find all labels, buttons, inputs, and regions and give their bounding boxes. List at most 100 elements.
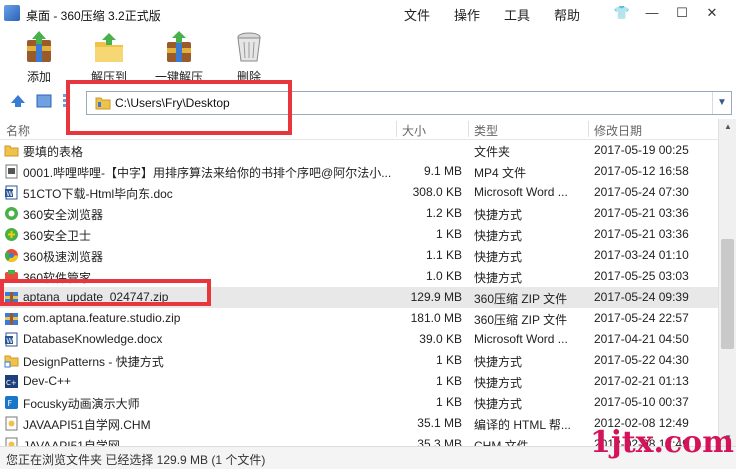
file-name: 51CTO下载-Html毕向东.doc	[23, 187, 173, 201]
skin-icon[interactable]: 👕	[611, 4, 633, 22]
one-click-extract-label: 一键解压	[154, 70, 203, 84]
file-row[interactable]: 360极速浏览器 1.1 KB 快捷方式 2017-03-24 01:10	[0, 245, 718, 266]
file-name: Focusky动画演示大师	[23, 397, 140, 411]
file-row[interactable]: 0001.哔哩哔哩-【中字】用排序算法来给你的书排个序吧@阿尔法小... 9.1 …	[0, 161, 718, 182]
zip-archive-icon	[4, 311, 19, 326]
file-row[interactable]: W DatabaseKnowledge.docx 39.0 KB Microsoft …	[0, 329, 718, 350]
file-type: 编译的 HTML 帮...	[474, 418, 571, 432]
file-row[interactable]: DesignPatterns - 快捷方式 1 KB 快捷方式 2017-05-22 …	[0, 350, 718, 371]
svg-text:C+: C+	[6, 379, 17, 387]
vertical-scrollbar[interactable]: ▲ ▼	[718, 119, 736, 446]
file-row[interactable]: aptana_update_024747.zip 129.9 MB 360压缩 ZI…	[0, 287, 718, 308]
file-size: 181.0 MB	[410, 311, 462, 325]
file-type: 快捷方式	[474, 271, 523, 285]
column-type[interactable]: 类型	[474, 122, 498, 139]
window-title: 桌面 - 360压缩 3.2正式版	[26, 9, 161, 23]
list-view-icon[interactable]	[62, 93, 70, 112]
address-bar[interactable]: C:\Users\Fry\Desktop ▼	[86, 91, 732, 115]
file-date: 2017-04-21 04:50	[594, 332, 689, 346]
file-row[interactable]: 360安全浏览器 1.2 KB 快捷方式 2017-05-21 03:36	[0, 203, 718, 224]
file-row[interactable]: 要填的表格 文件夹 2017-05-19 00:25	[0, 140, 718, 161]
scroll-thumb[interactable]	[721, 239, 734, 349]
svg-text:W: W	[6, 190, 13, 198]
title-bar: 桌面 - 360压缩 3.2正式版 文件 操作 工具 帮助 👕 — ☐ ✕	[0, 0, 736, 28]
file-date: 2017-05-22 04:30	[594, 353, 689, 367]
file-name: 360软件管家	[23, 271, 92, 285]
menu-tools[interactable]: 工具	[504, 5, 530, 24]
browser-360-icon	[4, 206, 19, 221]
svg-text:F: F	[8, 399, 13, 408]
file-size: 129.9 MB	[410, 290, 462, 304]
file-name: JAVAAPI51自学网...	[23, 439, 130, 446]
add-label: 添加	[26, 70, 51, 84]
file-type: 360压缩 ZIP 文件	[474, 292, 568, 306]
view-mode-icon[interactable]	[36, 94, 52, 111]
file-row[interactable]: W 51CTO下载-Html毕向东.doc 308.0 KB Microsoft Wo…	[0, 182, 718, 203]
file-date: 2017-05-25 03:03	[594, 269, 689, 283]
file-name: Dev-C++	[23, 374, 72, 388]
file-name: DesignPatterns - 快捷方式	[23, 355, 164, 369]
file-date: 2017-05-21 03:36	[594, 206, 689, 220]
file-date: 2017-05-24 22:57	[594, 311, 689, 325]
up-arrow-icon[interactable]	[10, 94, 26, 111]
menu-file[interactable]: 文件	[404, 5, 430, 24]
extract-to-button[interactable]: 解压到	[74, 30, 144, 86]
menu-operation[interactable]: 操作	[454, 5, 480, 24]
file-date: 2017-05-19 00:25	[594, 143, 689, 157]
column-date[interactable]: 修改日期	[594, 122, 642, 139]
file-size: 1 KB	[435, 353, 462, 367]
file-date: 2017-02-21 01:13	[594, 374, 689, 388]
file-row[interactable]: com.aptana.feature.studio.zip 181.0 MB 360…	[0, 308, 718, 329]
extract-to-label: 解压到	[90, 70, 127, 84]
zip-archive-icon	[4, 290, 19, 305]
file-name: 0001.哔哩哔哩-【中字】用排序算法来给你的书排个序吧@阿尔法小...	[23, 166, 392, 180]
file-size: 1.1 KB	[425, 248, 462, 262]
file-name: 360安全浏览器	[23, 208, 104, 222]
delete-button[interactable]: 删除	[214, 30, 284, 86]
file-date: 2017-05-24 07:30	[594, 185, 689, 199]
chm-file-icon	[4, 437, 19, 446]
software-manager-icon	[4, 269, 19, 284]
file-date: 2017-05-12 16:58	[594, 164, 689, 178]
toolbar: 添加 解压到 一键解压 删除	[0, 28, 736, 88]
menu-help[interactable]: 帮助	[554, 5, 580, 24]
file-size: 39.0 KB	[419, 332, 462, 346]
file-type: 360压缩 ZIP 文件	[474, 313, 568, 327]
file-type: 快捷方式	[474, 397, 523, 411]
one-click-extract-button[interactable]: 一键解压	[144, 30, 214, 86]
column-divider[interactable]	[468, 121, 469, 137]
close-button[interactable]: ✕	[701, 4, 723, 22]
file-row[interactable]: F Focusky动画演示大师 1 KB 快捷方式 2017-05-10 00:37	[0, 392, 718, 413]
file-name: 要填的表格	[23, 145, 84, 159]
file-name: aptana_update_024747.zip	[23, 290, 169, 304]
column-size[interactable]: 大小	[402, 122, 426, 139]
address-dropdown-icon[interactable]: ▼	[712, 92, 731, 114]
file-size: 1.2 KB	[425, 206, 462, 220]
app-icon	[4, 5, 20, 21]
file-row[interactable]: 360安全卫士 1 KB 快捷方式 2017-05-21 03:36	[0, 224, 718, 245]
file-size: 9.1 MB	[423, 164, 462, 178]
folder-icon	[4, 143, 19, 158]
video-file-icon	[4, 164, 19, 179]
maximize-button[interactable]: ☐	[671, 4, 693, 22]
minimize-button[interactable]: —	[641, 4, 663, 22]
file-type: 快捷方式	[474, 208, 523, 222]
file-size: 1 KB	[435, 395, 462, 409]
add-button[interactable]: 添加	[4, 30, 74, 86]
file-size: 1 KB	[435, 227, 462, 241]
column-divider[interactable]	[396, 121, 397, 137]
scroll-up-icon[interactable]: ▲	[719, 119, 736, 135]
file-row[interactable]: 360软件管家 1.0 KB 快捷方式 2017-05-25 03:03	[0, 266, 718, 287]
file-date: 2017-05-10 00:37	[594, 395, 689, 409]
file-name: com.aptana.feature.studio.zip	[23, 311, 181, 325]
file-size: 1 KB	[435, 374, 462, 388]
file-type: CHM 文件	[474, 439, 529, 446]
column-name[interactable]: 名称	[6, 122, 30, 139]
file-type: 快捷方式	[474, 355, 523, 369]
file-row[interactable]: C+ Dev-C++ 1 KB 快捷方式 2017-02-21 01:13	[0, 371, 718, 392]
file-type: 快捷方式	[474, 250, 523, 264]
column-divider[interactable]	[588, 121, 589, 137]
address-path: C:\Users\Fry\Desktop	[115, 96, 230, 110]
file-date: 2017-05-24 09:39	[594, 290, 689, 304]
file-type: Microsoft Word ...	[474, 185, 568, 199]
